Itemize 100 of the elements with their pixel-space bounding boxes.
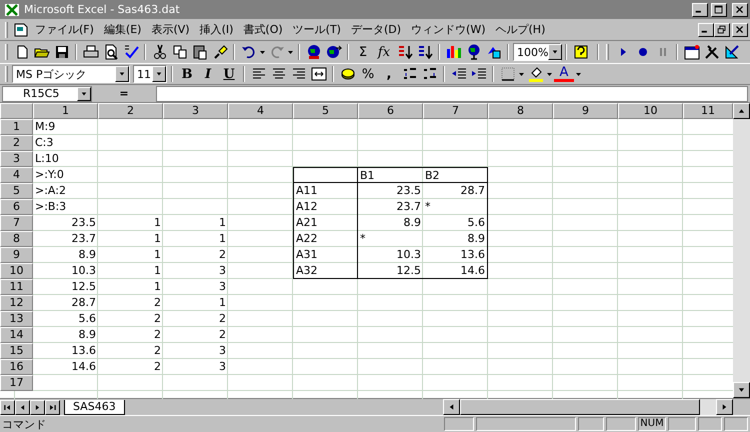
table-cell: * — [423, 199, 488, 215]
table-cell-text: * — [359, 231, 366, 247]
table-cell-text: 23.5 — [70, 215, 97, 231]
column-header[interactable]: 10 — [618, 103, 683, 119]
table-cell-text: >:B:3 — [34, 199, 68, 215]
table-cell-text: 1 — [153, 231, 162, 247]
column-header[interactable]: 11 — [683, 103, 733, 119]
table-cell-text: 2 — [153, 359, 162, 375]
menu-item[interactable]: ファイル(F) — [30, 22, 99, 37]
row-header[interactable]: 3 — [0, 151, 33, 167]
table-cell-text: L:10 — [34, 151, 60, 167]
table-cell-text: 10.3 — [70, 263, 97, 279]
column-header[interactable]: 1 — [33, 103, 98, 119]
table-cell-text: 3 — [218, 279, 227, 295]
row-header[interactable]: 17 — [0, 375, 33, 391]
table-cell-text: 1 — [153, 279, 162, 295]
table-cell-text: 3 — [218, 343, 227, 359]
table-cell: A21 — [293, 215, 358, 231]
underline-button[interactable]: U — [219, 66, 239, 82]
table-cell: A11 — [293, 183, 358, 199]
menu-item[interactable]: ウィンドウ(W) — [406, 22, 490, 37]
table-cell-text: 5.6 — [78, 311, 97, 327]
row-header[interactable]: 9 — [0, 247, 33, 263]
zoom-dropdown[interactable]: 100% — [513, 43, 561, 61]
table-cell: 14.6 — [423, 263, 488, 279]
sheet-tab[interactable]: SAS463 — [64, 400, 125, 414]
percent-button[interactable]: % — [358, 66, 378, 82]
table-cell: 12.5 — [358, 263, 423, 279]
row-header[interactable]: 16 — [0, 359, 33, 375]
row-header[interactable]: 1 — [0, 119, 33, 135]
function-button[interactable]: fx — [374, 44, 394, 60]
column-header[interactable]: 5 — [293, 103, 358, 119]
comma-button[interactable]: , — [379, 66, 399, 82]
row-header[interactable]: 8 — [0, 231, 33, 247]
table-cell: A32 — [293, 263, 358, 279]
table-cell-text: 8.9 — [402, 215, 422, 231]
row-header[interactable]: 6 — [0, 199, 33, 215]
row-header[interactable]: 14 — [0, 327, 33, 343]
table-cell-text: 2 — [153, 343, 162, 359]
equals-button[interactable]: = — [94, 87, 154, 100]
table-cell: A12 — [293, 199, 358, 215]
column-header[interactable]: 6 — [358, 103, 423, 119]
table-cell-text: 28.7 — [70, 295, 97, 311]
menu-item[interactable]: ツール(T) — [288, 22, 346, 37]
menu-item[interactable]: 挿入(I) — [194, 22, 238, 37]
table-cell-text: 2 — [153, 327, 162, 343]
column-header[interactable]: 7 — [423, 103, 488, 119]
column-header[interactable]: 3 — [163, 103, 228, 119]
row-header[interactable]: 12 — [0, 295, 33, 311]
table-cell: 13.6 — [423, 247, 488, 263]
table-cell-text: C:3 — [34, 135, 54, 151]
table-cell-text: 2 — [153, 311, 162, 327]
table-cell: A31 — [293, 247, 358, 263]
row-header[interactable]: 15 — [0, 343, 33, 359]
table-cell: A22 — [293, 231, 358, 247]
column-header[interactable]: 8 — [488, 103, 553, 119]
row-header[interactable]: 2 — [0, 135, 33, 151]
menu-item[interactable]: 表示(V) — [146, 22, 195, 37]
menu-item[interactable]: 書式(O) — [238, 22, 288, 37]
table-cell-text: 8.9 — [78, 327, 97, 343]
table-cell-text: 1 — [153, 263, 162, 279]
row-header[interactable]: 10 — [0, 263, 33, 279]
menu-item[interactable]: 編集(E) — [98, 22, 146, 37]
font-name-dropdown[interactable]: MS Pゴシック — [12, 65, 130, 83]
table-cell-text: 2 — [218, 311, 227, 327]
font-color-button[interactable]: A — [554, 66, 574, 82]
row-header[interactable]: 13 — [0, 311, 33, 327]
table-cell-text: 2 — [153, 295, 162, 311]
row-header[interactable]: 4 — [0, 167, 33, 183]
row-header[interactable]: 11 — [0, 279, 33, 295]
italic-button[interactable]: I — [198, 66, 218, 82]
menu-item[interactable]: ヘルプ(H) — [490, 22, 550, 37]
table-cell-text: 23.7 — [70, 231, 97, 247]
status-text: コマンド — [2, 416, 47, 432]
column-header[interactable]: 9 — [553, 103, 618, 119]
menu-item[interactable]: データ(D) — [346, 22, 406, 37]
table-cell-text: 23.5 — [396, 183, 422, 199]
row-header[interactable]: 7 — [0, 215, 33, 231]
table-cell-text: 14.6 — [70, 359, 97, 375]
autosum-button[interactable]: Σ — [353, 44, 373, 60]
name-box[interactable]: R15C5 — [2, 86, 92, 102]
table-cell-text: 1 — [153, 247, 162, 263]
table-cell: 28.7 — [423, 183, 488, 199]
table-cell-text: 2 — [218, 247, 227, 263]
table-cell-text: 23.7 — [396, 199, 422, 215]
table-cell-text: >:Y:0 — [34, 167, 65, 183]
table-cell-text: >:A:2 — [34, 183, 67, 199]
window-title: Microsoft Excel - Sas463.dat — [24, 3, 181, 16]
table-cell-text: 13.6 — [70, 343, 97, 359]
table-cell-text: 1 — [218, 231, 227, 247]
font-size-dropdown[interactable]: 11 — [133, 65, 167, 83]
bold-button[interactable]: B — [177, 66, 197, 82]
table-cell-text: 1 — [218, 215, 227, 231]
column-header[interactable]: 2 — [98, 103, 163, 119]
status-indicator: NUM — [638, 417, 666, 431]
table-cell-text: 12.5 — [70, 279, 97, 295]
column-header[interactable]: 4 — [228, 103, 293, 119]
table-cell-text: M:9 — [34, 119, 56, 135]
row-header[interactable]: 5 — [0, 183, 33, 199]
table-cell-text: 2 — [218, 327, 227, 343]
